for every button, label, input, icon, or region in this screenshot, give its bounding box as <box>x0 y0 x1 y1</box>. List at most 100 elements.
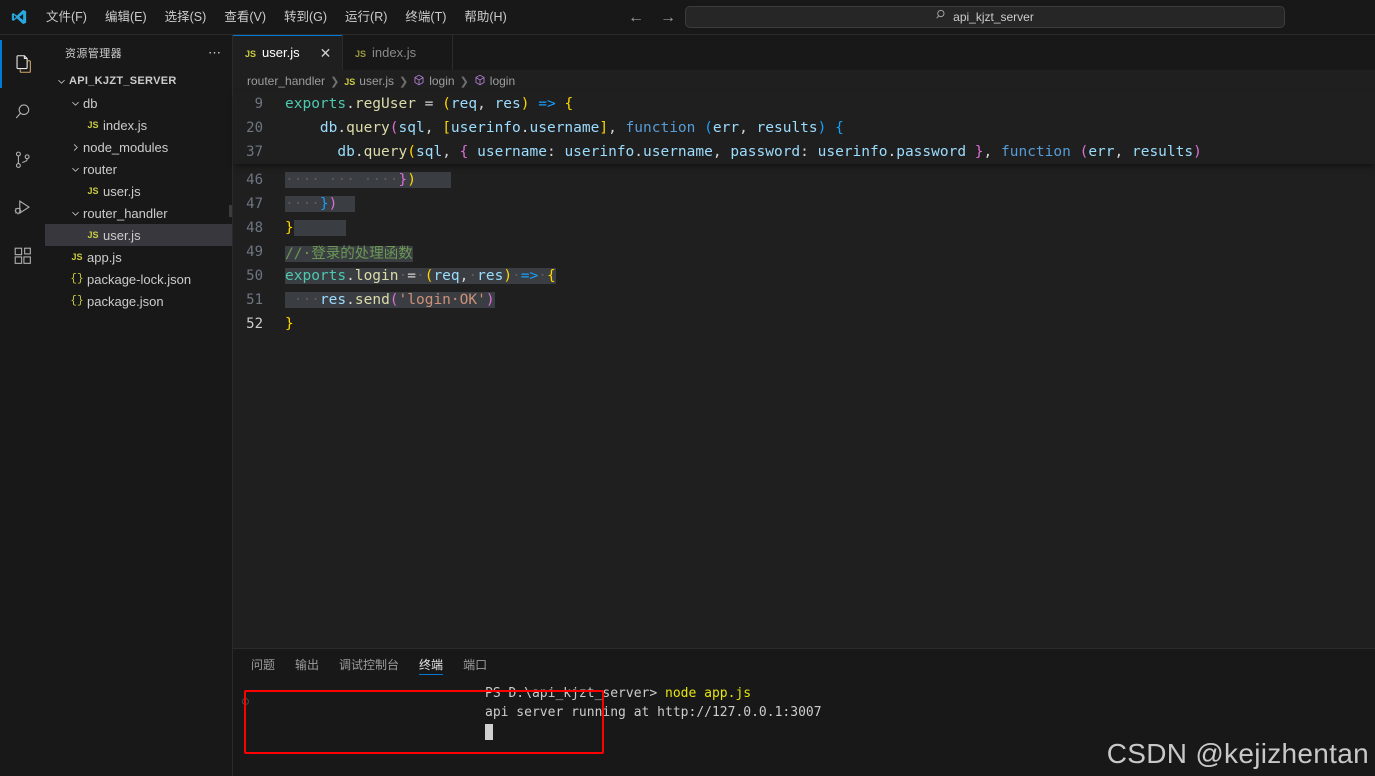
chevron-down-icon <box>53 76 69 87</box>
sidebar-title: 资源管理器 <box>65 47 122 60</box>
editor-code[interactable]: 46 ·············}) 47 ····}) 48 } 49 //·… <box>233 164 1375 648</box>
extensions-icon <box>12 245 34 267</box>
watermark: CSDN @kejizhentan <box>1106 738 1369 769</box>
code-line-49[interactable]: 49 //·登录的处理函数 <box>233 240 1375 264</box>
menu-help[interactable]: 帮助(H) <box>456 6 514 28</box>
panel-tab-output[interactable]: 输出 <box>295 649 319 679</box>
sticky-line-9[interactable]: 9 exports.regUser = (req, res) => { <box>233 92 1375 116</box>
code-line-52[interactable]: 52 } <box>233 312 1375 336</box>
panel-tab-problems[interactable]: 问题 <box>251 649 275 679</box>
tab-index-js[interactable]: JS index.js <box>343 35 453 70</box>
tree-item-label: router <box>83 161 117 177</box>
arrow-left-icon[interactable]: ← <box>627 9 645 26</box>
line-number: 37 <box>246 144 263 160</box>
tree-item-router-handler[interactable]: router_handler <box>45 202 232 224</box>
line-number: 50 <box>246 268 263 284</box>
command-center[interactable]: api_kjzt_server <box>685 6 1285 28</box>
tree-item-label: router_handler <box>83 205 168 221</box>
activity-search[interactable] <box>0 88 45 136</box>
chevron-down-icon <box>67 98 83 109</box>
tree-item-root[interactable]: API_KJZT_SERVER <box>45 70 232 92</box>
activity-source-control[interactable] <box>0 136 45 184</box>
navigation-buttons: ← → <box>627 0 677 35</box>
workbench-body: 资源管理器 ⋯ API_KJZT_SERVER db JS index.js n… <box>0 35 1375 776</box>
breadcrumb-label: user.js <box>359 74 394 88</box>
js-file-icon: JS <box>87 230 99 240</box>
breadcrumb-label: login <box>489 74 516 88</box>
tree-item-router-handler-user-js[interactable]: JS user.js <box>45 224 232 246</box>
code-line-47[interactable]: 47 ····}) <box>233 192 1375 216</box>
ellipsis-icon[interactable]: ⋯ <box>204 45 226 61</box>
line-number: 52 <box>246 316 263 332</box>
code-line-text: } <box>285 220 1375 236</box>
tree-item-package-json[interactable]: {} package.json <box>45 290 232 312</box>
tree-item-db-index-js[interactable]: JS index.js <box>45 114 232 136</box>
menu-run[interactable]: 运行(R) <box>337 6 395 28</box>
tree-item-label: app.js <box>87 249 122 265</box>
tree-item-package-lock-json[interactable]: {} package-lock.json <box>45 268 232 290</box>
tree-item-router[interactable]: router <box>45 158 232 180</box>
js-file-icon: JS <box>344 77 356 87</box>
search-icon <box>936 8 948 26</box>
panel-tab-debug-console[interactable]: 调试控制台 <box>339 649 399 679</box>
tree-item-label: package.json <box>87 293 164 309</box>
code-line-text: ····res.send('login·OK') <box>285 292 495 308</box>
breadcrumb-user-js[interactable]: JS user.js <box>344 74 394 88</box>
code-line-46[interactable]: 46 ·············}) <box>233 168 1375 192</box>
files-icon <box>12 53 34 75</box>
tree-item-label: node_modules <box>83 139 169 155</box>
vscode-window: 文件(F) 编辑(E) 选择(S) 查看(V) 转到(G) 运行(R) 终端(T… <box>0 0 1375 776</box>
sidebar-explorer: 资源管理器 ⋯ API_KJZT_SERVER db JS index.js n… <box>45 35 233 776</box>
activity-extensions[interactable] <box>0 232 45 280</box>
code-line-51[interactable]: 51 ····res.send('login·OK') <box>233 288 1375 312</box>
tab-user-js[interactable]: JS user.js ✕ <box>233 35 343 70</box>
terminal-output: PS D:\api_kjzt_server> node app.js api s… <box>233 679 1375 741</box>
tree-item-label: user.js <box>103 227 141 243</box>
tree-item-app-js[interactable]: JS app.js <box>45 246 232 268</box>
symbol-method-icon <box>413 74 425 89</box>
tabs-filler <box>453 35 1375 70</box>
block-cursor-icon <box>485 723 493 740</box>
terminal-line-output: api server running at http://127.0.0.1:3… <box>485 705 822 720</box>
panel-tab-terminal[interactable]: 终端 <box>419 649 444 679</box>
code-line-text: ····}) <box>285 196 1375 212</box>
js-file-icon: JS <box>87 120 99 130</box>
tree-item-db[interactable]: db <box>45 92 232 114</box>
editor-tabs: JS user.js ✕ JS index.js <box>233 35 1375 70</box>
sticky-line-code: exports.regUser = (req, res) => { <box>285 96 574 112</box>
menu-view[interactable]: 查看(V) <box>216 6 274 28</box>
line-number: 48 <box>246 220 263 236</box>
line-number: 9 <box>254 96 263 112</box>
tab-label: index.js <box>372 45 417 60</box>
terminal-prompt: PS D:\api_kjzt_server> <box>485 686 658 701</box>
code-line-48[interactable]: 48 } <box>233 216 1375 240</box>
tree-item-label: db <box>83 95 98 111</box>
tree-item-node-modules[interactable]: node_modules <box>45 136 232 158</box>
vscode-logo-icon <box>0 8 38 26</box>
terminal-command: node app.js <box>665 686 752 701</box>
sticky-line-37[interactable]: 37 db.query(sql, { username: userinfo.us… <box>233 140 1375 164</box>
close-icon[interactable]: ✕ <box>320 46 332 60</box>
panel-tab-ports[interactable]: 端口 <box>463 649 487 679</box>
terminal-line-command: PS D:\api_kjzt_server> node app.js <box>485 684 1375 703</box>
activity-explorer[interactable] <box>0 40 45 88</box>
menu-file[interactable]: 文件(F) <box>38 6 95 28</box>
tree-item-router-user-js[interactable]: JS user.js <box>45 180 232 202</box>
breadcrumb-router-handler[interactable]: router_handler <box>247 74 325 88</box>
sidebar-scrollbar[interactable] <box>229 205 232 217</box>
menu-terminal[interactable]: 终端(T) <box>397 6 454 28</box>
activity-run-debug[interactable] <box>0 184 45 232</box>
chevron-right-icon: ❯ <box>459 75 469 88</box>
line-number: 46 <box>246 172 263 188</box>
breadcrumb-symbol-login-1[interactable]: login <box>413 74 455 89</box>
menu-edit[interactable]: 编辑(E) <box>97 6 155 28</box>
code-line-50[interactable]: 50 exports.login·=·(req,·res)·=>·{ <box>233 264 1375 288</box>
arrow-right-icon[interactable]: → <box>659 9 677 26</box>
breadcrumb-symbol-login-2[interactable]: login <box>474 74 515 89</box>
menu-selection[interactable]: 选择(S) <box>157 6 215 28</box>
sticky-line-20[interactable]: 20 db.query(sql, [userinfo.username], fu… <box>233 116 1375 140</box>
menu-go[interactable]: 转到(G) <box>276 6 335 28</box>
js-file-icon: JS <box>245 48 257 59</box>
code-line-text: } <box>285 316 294 332</box>
chevron-down-icon <box>67 164 83 175</box>
